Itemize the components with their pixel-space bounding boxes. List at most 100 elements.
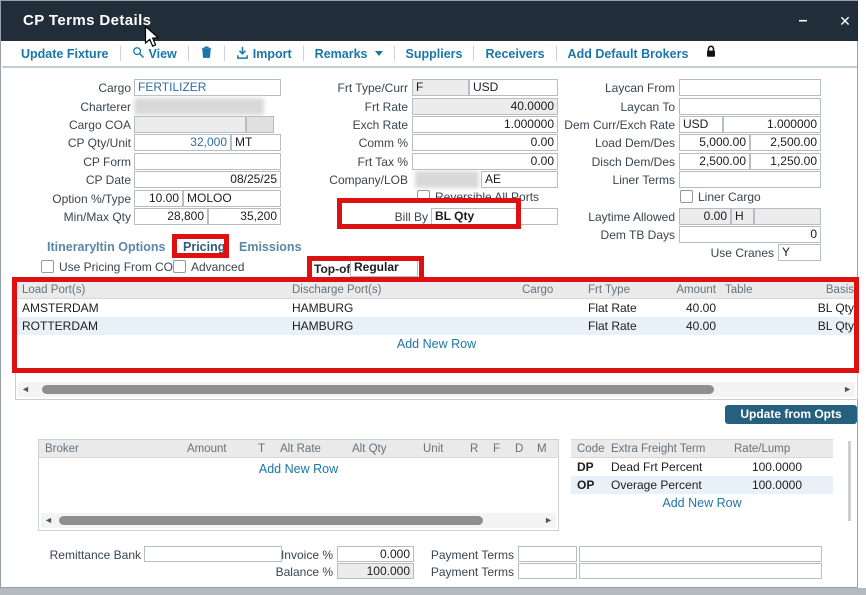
frt-tax-pct-field[interactable]: 0.00 [412,153,558,170]
pricing-h-scrollbar[interactable]: ◄ ► [18,382,855,397]
dem-exch-rate-field[interactable]: 1.000000 [723,116,821,133]
option-pct-field[interactable]: 10.00 [134,190,183,207]
option-type-field[interactable]: MOLOO [183,190,281,207]
col-d[interactable]: D [509,443,531,455]
suppliers-button[interactable]: Suppliers [406,47,463,61]
cp-date-field[interactable]: 08/25/25 [134,171,281,188]
cp-form-field[interactable] [134,153,281,170]
col-load-ports[interactable]: Load Port(s) [16,284,286,296]
scroll-right-arrow[interactable]: ► [544,515,553,526]
col-cargo[interactable]: Cargo [516,284,582,296]
comm-pct-field[interactable]: 0.00 [412,134,558,151]
liner-cargo-checkbox[interactable] [680,190,693,203]
cp-qty-field[interactable]: 32,000 [134,134,231,151]
col-m[interactable]: M [531,443,558,455]
minimize-button[interactable]: – [791,9,815,33]
update-fixture-button[interactable]: Update Fixture [21,47,109,61]
load-port-cell[interactable]: AMSTERDAM [16,301,286,315]
disch-des-field[interactable]: 1,250.00 [750,153,821,170]
amount-cell[interactable]: 40.00 [666,301,719,315]
use-cranes-field[interactable]: Y [778,244,821,261]
invoice-pct-field[interactable]: 0.000 [337,546,414,562]
scroll-left-arrow[interactable]: ◄ [21,384,30,395]
payment-terms-desc-field-2[interactable] [579,563,822,579]
broker-add-new-row-link[interactable]: Add New Row [39,462,558,476]
pricing-add-new-row-link[interactable]: Add New Row [16,337,857,351]
extra-freight-add-new-row-link[interactable]: Add New Row [571,496,833,510]
tab-emissions[interactable]: Emissions [239,240,302,254]
term-cell[interactable]: Overage Percent [605,478,728,492]
frt-type-cell[interactable]: Flat Rate [582,319,666,333]
col-alt-rate[interactable]: Alt Rate [274,443,346,455]
col-broker[interactable]: Broker [39,443,181,455]
exch-rate-field[interactable]: 1.000000 [412,116,558,133]
discharge-port-cell[interactable]: HAMBURG [286,301,516,315]
use-pricing-from-coa-checkbox[interactable] [41,260,54,273]
disch-dem-field[interactable]: 2,500.00 [679,153,750,170]
scroll-left-arrow[interactable]: ◄ [44,515,53,526]
code-cell[interactable]: OP [571,478,605,492]
payment-terms-code-field-2[interactable] [518,563,577,579]
load-port-cell[interactable]: ROTTERDAM [16,319,286,333]
col-f[interactable]: F [487,443,509,455]
discharge-port-cell[interactable]: HAMBURG [286,319,516,333]
max-qty-field[interactable]: 35,200 [208,208,281,225]
liner-terms-field[interactable] [679,171,821,188]
extra-freight-row[interactable]: OP Overage Percent 100.0000 [571,476,833,494]
min-qty-field[interactable]: 28,800 [134,208,208,225]
extra-freight-row[interactable]: DP Dead Frt Percent 100.0000 [571,458,833,476]
window-bottom-scrollbar[interactable] [0,588,866,595]
lob-field[interactable]: AE [481,171,558,188]
advanced-checkbox[interactable] [173,260,186,273]
col-amount[interactable]: Amount [181,443,252,455]
payment-terms-desc-field-1[interactable] [579,546,822,562]
basis-cell[interactable]: BL Qty [804,301,857,315]
scroll-right-arrow[interactable]: ► [843,384,852,395]
lock-icon[interactable] [704,44,718,64]
basis-cell[interactable]: BL Qty [804,319,857,333]
cargo-field[interactable]: FERTILIZER [134,79,281,96]
dem-curr-field[interactable]: USD [679,116,723,133]
extra-freight-v-scrollbar[interactable] [848,441,851,521]
update-from-opts-button[interactable]: Update from Opts [725,405,857,424]
col-amount[interactable]: Amount [666,284,719,296]
dem-tb-days-field[interactable]: 0 [679,226,821,243]
col-table[interactable]: Table [719,284,804,296]
col-rate-lump[interactable]: Rate/Lump [728,443,805,455]
remarks-menu-button[interactable]: Remarks [315,47,383,61]
charterer-redacted-value[interactable] [134,98,264,115]
col-discharge-ports[interactable]: Discharge Port(s) [286,284,516,296]
delete-button[interactable] [200,45,213,62]
reversible-all-ports-checkbox[interactable] [417,190,430,203]
col-code[interactable]: Code [571,443,605,455]
frt-type-cell[interactable]: Flat Rate [582,301,666,315]
col-t[interactable]: T [252,443,274,455]
term-cell[interactable]: Dead Frt Percent [605,460,728,474]
import-button[interactable]: Import [236,46,292,62]
col-r[interactable]: R [464,443,487,455]
close-button[interactable]: ✕ [833,9,857,33]
laycan-from-field[interactable] [679,79,821,96]
bill-by-field[interactable]: BL Qty [431,208,558,225]
col-frt-type[interactable]: Frt Type [582,284,666,296]
col-extra-freight-term[interactable]: Extra Freight Term [605,443,728,455]
payment-terms-code-field-1[interactable] [518,546,577,562]
col-alt-qty[interactable]: Alt Qty [346,443,417,455]
col-basis[interactable]: Basis [804,284,857,296]
amount-cell[interactable]: 40.00 [666,319,719,333]
load-des-field[interactable]: 2,500.00 [750,134,821,151]
broker-h-scrollbar[interactable]: ◄ ► [41,513,556,528]
table-row[interactable]: AMSTERDAM HAMBURG Flat Rate 40.00 BL Qty [16,299,857,317]
table-row[interactable]: ROTTERDAM HAMBURG Flat Rate 40.00 BL Qty [16,317,857,335]
top-off-select[interactable]: Regular [350,259,418,277]
tab-itin-options[interactable]: Itin Options [96,240,165,254]
scrollbar-thumb[interactable] [42,385,714,394]
laycan-to-field[interactable] [679,98,821,115]
tab-itinerary[interactable]: Itinerary [47,240,96,254]
receivers-button[interactable]: Receivers [485,47,544,61]
cp-unit-field[interactable]: MT [231,134,281,151]
rate-cell[interactable]: 100.0000 [728,460,805,474]
scrollbar-thumb[interactable] [59,516,483,525]
company-redacted-value[interactable] [415,171,479,188]
add-default-brokers-button[interactable]: Add Default Brokers [568,47,689,61]
